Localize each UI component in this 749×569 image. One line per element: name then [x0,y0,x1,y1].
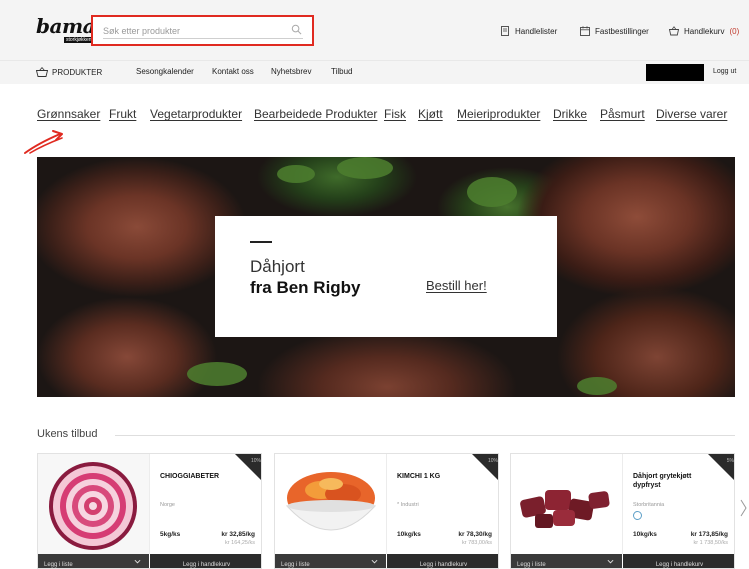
discount-badge: 10% [250,458,261,464]
category-misc[interactable]: Diverse varer [656,107,727,121]
product-card[interactable]: 10% CHIOGGIABETER Norge 5kg/ks kr 32,85/… [37,453,262,569]
top-header: bama storkjøkken Handlelister Fastbestil… [0,0,749,60]
product-card[interactable]: 10% KIMCHI 1 KG * Industri 10kg/ks kr 78… [274,453,499,569]
logo[interactable]: bama storkjøkken [36,14,96,44]
product-origin: * Industri [397,502,419,508]
nav-newsletter[interactable]: Nyhetsbrev [271,67,311,76]
promo-divider [250,241,272,243]
product-unit: 10kg/ks [633,531,657,538]
product-price-per-kg: kr 173,85/kg [690,531,728,538]
shopping-lists-link[interactable]: Handlelister [500,26,557,36]
product-price-per-kg: kr 78,30/kg [458,531,492,538]
standing-orders-label: Fastbestillinger [595,26,649,36]
cart-link[interactable]: Handlekurv (0) [669,26,739,36]
product-image[interactable] [511,454,622,554]
list-icon [501,26,509,36]
category-processed[interactable]: Bearbeidede Produkter [254,107,377,121]
add-to-list-button[interactable]: Legg i liste [275,554,386,568]
logo-subtitle: storkjøkken [64,37,94,43]
product-image[interactable] [38,454,149,554]
nav-products-label: PRODUKTER [52,67,103,77]
nav-products[interactable]: PRODUKTER [36,67,102,77]
add-to-cart-button[interactable]: Legg i handlekurv [387,554,498,568]
chevron-down-icon [134,559,141,564]
frozen-icon [633,511,642,520]
product-name[interactable]: Dåhjort grytekjøtt dypfryst [633,472,713,490]
logo-text: bama [36,14,96,38]
product-image[interactable] [275,454,386,554]
search-icon[interactable] [291,24,302,35]
standing-orders-link[interactable]: Fastbestillinger [580,26,649,36]
product-price-per-kg: kr 32,85/kg [221,531,255,538]
category-fruit[interactable]: Frukt [109,107,136,121]
herb-decoration [337,157,393,179]
herb-decoration [467,177,517,207]
add-to-list-label: Legg i liste [281,561,310,568]
section-divider [115,435,735,436]
herb-decoration [277,165,315,183]
nav-offers[interactable]: Tilbud [331,67,353,76]
add-to-cart-button[interactable]: Legg i handlekurv [623,554,734,568]
search-input[interactable] [103,23,303,39]
basket-icon [669,26,679,36]
herb-decoration [577,377,617,395]
category-drinks[interactable]: Drikke [553,107,587,121]
hero-banner[interactable]: Dåhjort fra Ben Rigby Bestill her! [37,157,735,397]
nav-contact[interactable]: Kontakt oss [212,67,254,76]
add-to-cart-button[interactable]: Legg i handlekurv [150,554,261,568]
cart-count: (0) [729,26,740,36]
category-fish[interactable]: Fisk [384,107,406,121]
section-title: Ukens tilbud [37,428,98,440]
add-to-list-label: Legg i liste [44,561,73,568]
chevron-down-icon [371,559,378,564]
product-price-per-box: kr 1 738,50/ks [693,540,728,546]
product-origin: Norge [160,502,175,508]
user-name-redacted[interactable] [646,64,704,81]
product-name[interactable]: CHIOGGIABETER [160,472,240,481]
promo-title: Dåhjort [250,257,305,276]
add-to-list-button[interactable]: Legg i liste [511,554,622,568]
category-meat[interactable]: Kjøtt [418,107,443,121]
product-price-per-box: kr 783,00/ks [462,540,492,546]
discount-badge: 5% [726,458,734,464]
herb-decoration [187,362,247,386]
search-box [91,15,314,46]
product-card[interactable]: 5% Dåhjort grytekjøtt dypfryst Storbrita… [510,453,735,569]
shopping-lists-label: Handlelister [515,26,558,36]
chevron-down-icon [607,559,614,564]
product-unit: 5kg/ks [160,531,181,538]
product-unit: 10kg/ks [397,531,421,538]
main-nav: PRODUKTER Sesongkalender Kontakt oss Nyh… [0,60,749,84]
chevron-right-icon[interactable] [740,498,748,518]
category-dairy[interactable]: Meieriprodukter [457,107,540,121]
category-vegetables[interactable]: Grønnsaker [37,107,100,121]
cart-label: Handlekurv [684,26,725,36]
nav-season-calendar[interactable]: Sesongkalender [136,67,194,76]
add-to-list-label: Legg i liste [517,561,546,568]
logout-link[interactable]: Logg ut [713,68,736,75]
category-vegetarian[interactable]: Vegetarprodukter [150,107,242,121]
product-price-per-box: kr 164,25/ks [225,540,255,546]
annotation-arrow-icon [24,130,63,154]
product-info: 10% KIMCHI 1 KG * Industri 10kg/ks kr 78… [386,454,498,554]
add-to-list-button[interactable]: Legg i liste [38,554,149,568]
calendar-icon [580,26,590,36]
promo-card: Dåhjort fra Ben Rigby Bestill her! [215,216,557,337]
product-name[interactable]: KIMCHI 1 KG [397,472,477,481]
promo-order-link[interactable]: Bestill her! [426,278,487,293]
promo-subtitle: fra Ben Rigby [250,278,361,297]
product-origin: Storbritannia [633,502,665,508]
basket-icon [36,67,48,77]
category-spreads[interactable]: Påsmurt [600,107,645,121]
product-info: 10% CHIOGGIABETER Norge 5kg/ks kr 32,85/… [149,454,261,554]
product-info: 5% Dåhjort grytekjøtt dypfryst Storbrita… [622,454,734,554]
discount-badge: 10% [487,458,498,464]
